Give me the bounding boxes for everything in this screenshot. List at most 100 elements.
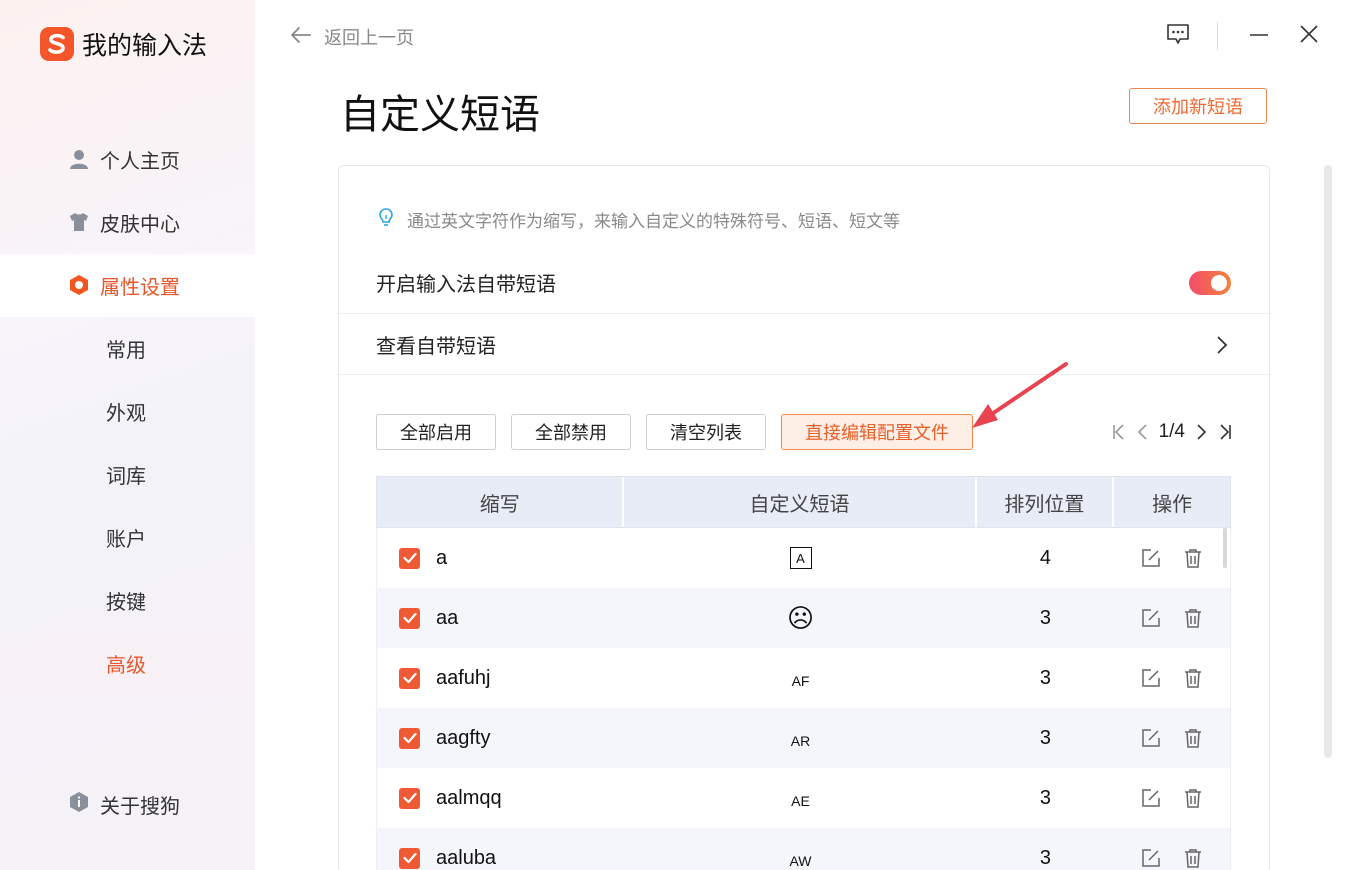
cell-position: 3 bbox=[977, 708, 1115, 768]
sidebar: 我的输入法 个人主页 皮肤中心 属性设置 常用 外观 词库 账户 按键 高级 关… bbox=[0, 0, 255, 870]
annotation-arrow-icon bbox=[972, 362, 1068, 428]
edit-icon bbox=[1142, 849, 1160, 867]
user-icon bbox=[68, 148, 90, 170]
trash-icon bbox=[1185, 609, 1202, 628]
cell-actions bbox=[1114, 768, 1230, 828]
row-checkbox[interactable] bbox=[399, 607, 420, 629]
next-page-button[interactable] bbox=[1189, 420, 1213, 444]
app-logo: 我的输入法 bbox=[40, 26, 207, 62]
row-checkbox[interactable] bbox=[399, 787, 420, 809]
check-icon bbox=[402, 672, 417, 684]
edit-button[interactable] bbox=[1139, 786, 1163, 810]
edit-button[interactable] bbox=[1139, 666, 1163, 690]
check-icon bbox=[402, 852, 417, 864]
sidebar-item-label: 个人主页 bbox=[100, 151, 180, 173]
edit-button[interactable] bbox=[1139, 726, 1163, 750]
cell-actions bbox=[1114, 828, 1230, 870]
row-checkbox[interactable] bbox=[399, 727, 420, 749]
sidebar-item-settings[interactable]: 属性设置 bbox=[0, 254, 255, 317]
sidebar-item-profile[interactable]: 个人主页 bbox=[0, 128, 255, 191]
back-link[interactable]: 返回上一页 bbox=[290, 24, 414, 50]
row-checkbox[interactable] bbox=[399, 667, 420, 689]
delete-button[interactable] bbox=[1181, 786, 1205, 810]
edit-icon bbox=[1142, 609, 1160, 627]
abbr-text: aagfty bbox=[436, 726, 491, 749]
position-text: 3 bbox=[1039, 666, 1051, 689]
cell-phrase: ☹ bbox=[624, 588, 976, 648]
check-icon bbox=[402, 552, 417, 564]
position-text: 3 bbox=[1039, 726, 1051, 749]
page-scrollbar[interactable] bbox=[1324, 165, 1332, 758]
row-checkbox[interactable] bbox=[399, 547, 420, 569]
abbr-text: aalmqq bbox=[436, 786, 502, 809]
toggle-label: 开启输入法自带短语 bbox=[376, 273, 556, 296]
sidebar-subitem-appearance[interactable]: 外观 bbox=[0, 380, 255, 443]
sidebar-nav: 个人主页 皮肤中心 属性设置 常用 外观 词库 账户 按键 高级 bbox=[0, 128, 255, 695]
page-title: 自定义短语 bbox=[340, 93, 540, 137]
phrase-text: AE bbox=[791, 793, 810, 809]
phrase-text: AR bbox=[790, 733, 811, 749]
close-button[interactable] bbox=[1297, 24, 1321, 48]
disable-all-button[interactable]: 全部禁用 bbox=[511, 414, 631, 450]
sidebar-subitem-dictionary[interactable]: 词库 bbox=[0, 443, 255, 506]
edit-button[interactable] bbox=[1139, 846, 1163, 870]
table-scrollbar[interactable] bbox=[1223, 528, 1227, 568]
cell-abbr: aagfty bbox=[377, 708, 624, 768]
cell-phrase: AE bbox=[624, 768, 976, 828]
position-text: 4 bbox=[1039, 546, 1051, 569]
sogou-logo-icon bbox=[40, 27, 74, 61]
minimize-button[interactable] bbox=[1247, 24, 1271, 48]
abbr-text: a bbox=[436, 546, 448, 569]
delete-button[interactable] bbox=[1181, 666, 1205, 690]
position-text: 3 bbox=[1039, 786, 1051, 809]
header-actions: 操作 bbox=[1152, 493, 1193, 516]
delete-button[interactable] bbox=[1181, 726, 1205, 750]
trash-icon bbox=[1185, 549, 1202, 568]
table-row: aalmqq AE 3 bbox=[376, 768, 1231, 828]
edit-config-file-button[interactable]: 直接编辑配置文件 bbox=[781, 414, 973, 450]
phrase-symbol: ☹ bbox=[786, 603, 815, 633]
app-title: 我的输入法 bbox=[82, 32, 208, 60]
cell-position: 3 bbox=[977, 588, 1115, 648]
phrase-symbol: A bbox=[789, 547, 812, 569]
enable-all-button[interactable]: 全部启用 bbox=[376, 414, 496, 450]
builtin-phrase-toggle-row: 开启输入法自带短语 bbox=[339, 251, 1269, 313]
sidebar-item-label: 关于搜狗 bbox=[100, 796, 180, 818]
hexagon-settings-icon bbox=[68, 274, 90, 296]
position-text: 3 bbox=[1039, 606, 1051, 629]
cell-position: 3 bbox=[977, 828, 1115, 870]
back-label: 返回上一页 bbox=[324, 28, 414, 48]
delete-button[interactable] bbox=[1181, 846, 1205, 870]
trash-icon bbox=[1185, 849, 1202, 868]
sidebar-item-about[interactable]: 关于搜狗 bbox=[68, 790, 180, 819]
clear-list-button[interactable]: 清空列表 bbox=[646, 414, 766, 450]
builtin-phrase-toggle[interactable] bbox=[1189, 271, 1231, 295]
feedback-button[interactable] bbox=[1166, 23, 1190, 48]
row-checkbox[interactable] bbox=[399, 847, 420, 869]
sidebar-subitem-advanced[interactable]: 高级 bbox=[0, 632, 255, 695]
sidebar-subitem-account[interactable]: 账户 bbox=[0, 506, 255, 569]
add-phrase-button[interactable]: 添加新短语 bbox=[1129, 88, 1267, 124]
cell-phrase: AF bbox=[624, 648, 976, 708]
sidebar-item-label: 皮肤中心 bbox=[100, 214, 180, 236]
sidebar-item-skins[interactable]: 皮肤中心 bbox=[0, 191, 255, 254]
sidebar-subitem-keys[interactable]: 按键 bbox=[0, 569, 255, 632]
check-icon bbox=[402, 612, 417, 624]
first-page-button[interactable] bbox=[1107, 420, 1131, 444]
last-page-icon bbox=[1220, 424, 1231, 440]
view-builtin-phrases-row[interactable]: 查看自带短语 bbox=[339, 313, 1269, 375]
trash-icon bbox=[1185, 729, 1202, 748]
delete-button[interactable] bbox=[1181, 546, 1205, 570]
chevron-right-icon bbox=[1215, 334, 1229, 362]
sidebar-subitem-common[interactable]: 常用 bbox=[0, 317, 255, 380]
delete-button[interactable] bbox=[1181, 606, 1205, 630]
last-page-button[interactable] bbox=[1213, 420, 1237, 444]
prev-page-button[interactable] bbox=[1131, 420, 1155, 444]
edit-button[interactable] bbox=[1139, 606, 1163, 630]
edit-icon bbox=[1142, 669, 1160, 687]
position-text: 3 bbox=[1039, 846, 1051, 869]
table-row: aa ☹ 3 bbox=[376, 588, 1231, 648]
check-icon bbox=[402, 732, 417, 744]
check-icon bbox=[402, 792, 417, 804]
edit-button[interactable] bbox=[1139, 546, 1163, 570]
